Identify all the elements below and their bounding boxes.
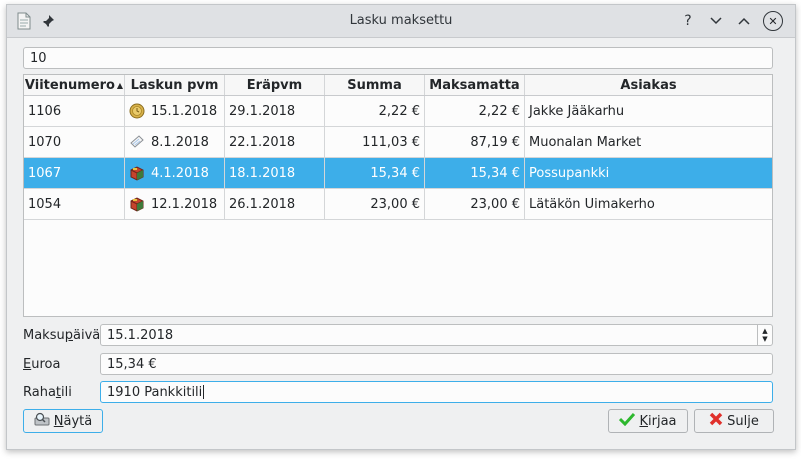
cell-customer-text: Muonalan Market — [529, 134, 642, 150]
cell-unpaid-text: 87,19 € — [470, 134, 520, 150]
cell-invoice-date-text: 4.1.2018 — [151, 165, 209, 181]
column-header-customer[interactable]: Asiakas — [525, 75, 772, 95]
cell-reference-text: 1106 — [28, 103, 62, 119]
date-spinner[interactable]: ▲ ▼ — [757, 325, 772, 345]
cell-reference-text: 1067 — [28, 165, 62, 181]
cell-invoice-date: 15.1.2018 — [125, 96, 225, 126]
cell-sum-text: 15,34 € — [370, 165, 420, 181]
cell-customer-text: Lätäkön Uimakerho — [529, 196, 655, 212]
cell-invoice-date-text: 12.1.2018 — [151, 196, 218, 212]
show-button[interactable]: Näytä — [23, 409, 103, 433]
search-input[interactable]: 10 — [23, 47, 773, 69]
cell-unpaid-text: 15,34 € — [470, 165, 520, 181]
table-row[interactable]: 1054 12.1.2018 26.1.2018 23,00 € 23,00 € Lätä… — [24, 189, 772, 220]
post-button-label: Kirjaa — [639, 413, 677, 429]
column-header-invoice-date[interactable]: Laskun pvm — [125, 75, 225, 95]
euro-label: Euroa — [23, 357, 61, 372]
show-button-label: Näytä — [53, 413, 93, 429]
cell-customer-text: Jakke Jääkarhu — [529, 103, 625, 119]
cell-due-date-text: 22.1.2018 — [229, 134, 296, 150]
cell-reference-text: 1070 — [28, 134, 62, 150]
table-body: 1106 15.1.2018 29.1.2018 2,22 € 2,22 € Jakke … — [24, 96, 772, 220]
cell-due-date: 18.1.2018 — [225, 158, 325, 188]
column-header-reference[interactable]: Viitenumero ▲ — [24, 75, 125, 95]
account-label: Rahatili — [23, 385, 72, 400]
cell-reference: 1067 — [24, 158, 125, 188]
account-value: 1910 Pankkitili — [107, 384, 203, 400]
payment-date-label: Maksupäivä — [23, 328, 101, 343]
table-row[interactable]: 1070 8.1.2018 22.1.2018 111,03 € 87,19 € Muon… — [24, 127, 772, 158]
cell-invoice-date: 12.1.2018 — [125, 189, 225, 219]
cell-sum: 2,22 € — [325, 96, 425, 126]
cell-reference-text: 1054 — [28, 196, 62, 212]
cell-invoice-date: 8.1.2018 — [125, 127, 225, 157]
box-icon — [129, 196, 145, 212]
cell-sum: 111,03 € — [325, 127, 425, 157]
cell-sum: 15,34 € — [325, 158, 425, 188]
cell-due-date-text: 26.1.2018 — [229, 196, 296, 212]
column-header-due-date[interactable]: Eräpvm — [225, 75, 325, 95]
cross-icon — [709, 412, 723, 430]
close-window-button[interactable]: ✕ — [763, 11, 783, 31]
account-field[interactable]: 1910 Pankkitili — [100, 381, 773, 403]
maximize-button[interactable] — [735, 12, 753, 30]
cell-unpaid: 15,34 € — [425, 158, 525, 188]
cell-sum-text: 111,03 € — [362, 134, 420, 150]
cell-unpaid-text: 23,00 € — [470, 196, 520, 212]
titlebar: Lasku maksettu ? ✕ — [7, 5, 795, 38]
cell-due-date: 22.1.2018 — [225, 127, 325, 157]
paper-icon — [129, 134, 145, 150]
dialog-window: Lasku maksettu ? ✕ 10 Viitenumero ▲ Lasku… — [6, 4, 796, 450]
close-button[interactable]: Sulje — [694, 409, 774, 433]
minimize-button[interactable] — [707, 12, 725, 30]
invoice-table[interactable]: Viitenumero ▲ Laskun pvm Eräpvm Summa Mak… — [23, 74, 773, 317]
cell-customer-text: Possupankki — [529, 165, 610, 181]
cell-invoice-date-text: 15.1.2018 — [151, 103, 218, 119]
cell-reference: 1054 — [24, 189, 125, 219]
payment-date-field[interactable]: 15.1.2018 ▲ ▼ — [100, 324, 773, 346]
cell-customer: Possupankki — [525, 158, 772, 188]
cell-unpaid-text: 2,22 € — [478, 103, 520, 119]
help-button[interactable]: ? — [679, 12, 697, 30]
cell-sum-text: 2,22 € — [378, 103, 420, 119]
check-icon — [619, 412, 636, 430]
column-header-unpaid[interactable]: Maksamatta — [425, 75, 525, 95]
cell-reference: 1106 — [24, 96, 125, 126]
table-row[interactable]: 1067 4.1.2018 18.1.2018 15,34 € 15,34 € Possu… — [24, 158, 772, 189]
close-button-label: Sulje — [727, 413, 759, 429]
text-cursor — [203, 385, 205, 399]
cell-customer: Jakke Jääkarhu — [525, 96, 772, 126]
table-row[interactable]: 1106 15.1.2018 29.1.2018 2,22 € 2,22 € Jakke … — [24, 96, 772, 127]
window-title: Lasku maksettu — [349, 13, 453, 28]
cell-due-date: 29.1.2018 — [225, 96, 325, 126]
spin-down-icon[interactable]: ▼ — [762, 335, 767, 343]
sort-ascending-icon: ▲ — [116, 80, 124, 90]
table-header: Viitenumero ▲ Laskun pvm Eräpvm Summa Mak… — [24, 75, 772, 96]
cell-unpaid: 2,22 € — [425, 96, 525, 126]
cell-reference: 1070 — [24, 127, 125, 157]
cell-customer: Lätäkön Uimakerho — [525, 189, 772, 219]
cell-invoice-date: 4.1.2018 — [125, 158, 225, 188]
post-button[interactable]: Kirjaa — [608, 409, 688, 433]
payment-date-value: 15.1.2018 — [107, 327, 174, 343]
cell-customer: Muonalan Market — [525, 127, 772, 157]
cell-unpaid: 23,00 € — [425, 189, 525, 219]
magnifier-icon — [34, 412, 50, 430]
spin-up-icon[interactable]: ▲ — [762, 327, 767, 335]
coin-icon — [129, 103, 145, 119]
box-icon — [129, 165, 145, 181]
euro-field[interactable]: 15,34 € — [100, 353, 773, 375]
cell-sum-text: 23,00 € — [370, 196, 420, 212]
cell-due-date: 26.1.2018 — [225, 189, 325, 219]
cell-unpaid: 87,19 € — [425, 127, 525, 157]
cell-invoice-date-text: 8.1.2018 — [151, 134, 209, 150]
cell-due-date-text: 29.1.2018 — [229, 103, 296, 119]
chevron-down-icon — [710, 17, 722, 25]
cell-due-date-text: 18.1.2018 — [229, 165, 296, 181]
cell-sum: 23,00 € — [325, 189, 425, 219]
column-header-sum[interactable]: Summa — [325, 75, 425, 95]
chevron-up-icon — [738, 17, 750, 25]
